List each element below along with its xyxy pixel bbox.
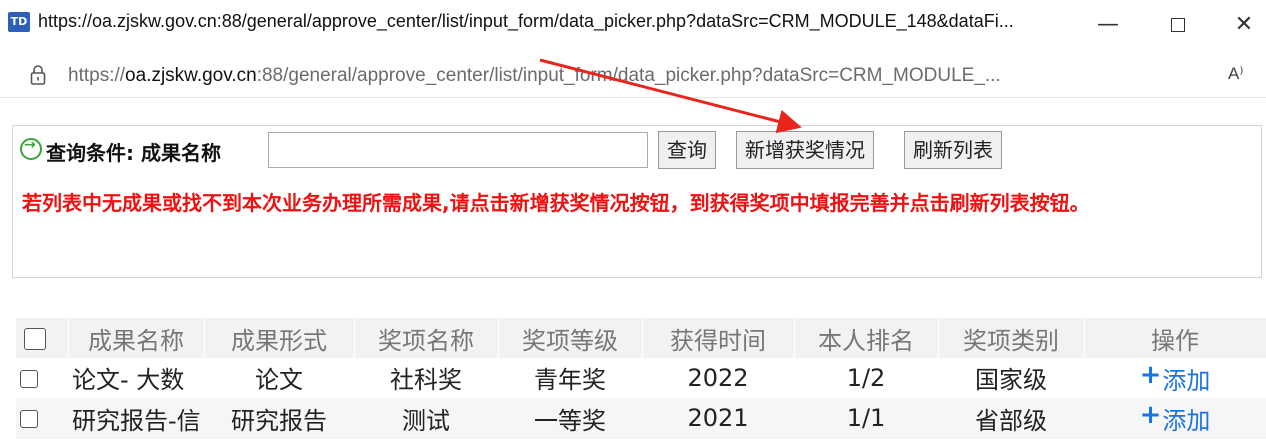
refresh-list-button[interactable]: 刷新列表 bbox=[904, 131, 1002, 169]
add-link-label: 添加 bbox=[1162, 407, 1211, 435]
close-button[interactable]: ✕ bbox=[1224, 10, 1264, 40]
table-cell: 省部级 bbox=[938, 398, 1084, 439]
table-cell: 研究报告 bbox=[204, 398, 354, 439]
action-cell: +添加 bbox=[1084, 398, 1266, 439]
column-header[interactable]: 获得时间 bbox=[642, 318, 795, 358]
table-cell: 测试 bbox=[354, 398, 498, 439]
table-cell: 社科奖 bbox=[354, 358, 498, 399]
plus-icon: + bbox=[1139, 359, 1162, 390]
column-header: 操作 bbox=[1084, 318, 1266, 358]
column-header[interactable]: 成果名称 bbox=[68, 318, 205, 358]
app-icon: TD bbox=[8, 12, 30, 32]
add-link-label: 添加 bbox=[1162, 366, 1211, 395]
column-header[interactable]: 本人排名 bbox=[794, 318, 939, 358]
go-arrow-icon bbox=[20, 137, 42, 160]
table-header-row: 成果名称 成果形式 奖项名称 奖项等级 获得时间 本人排名 奖项类别 操作 bbox=[16, 318, 1266, 358]
row-checkbox[interactable] bbox=[20, 369, 38, 388]
action-cell: +添加 bbox=[1084, 358, 1266, 399]
lock-icon[interactable] bbox=[30, 64, 46, 86]
row-checkbox[interactable] bbox=[20, 410, 38, 428]
read-aloud-icon[interactable]: A⁾ bbox=[1228, 64, 1244, 84]
query-label: 查询条件: 成果名称 bbox=[46, 141, 221, 165]
table-cell: 一等奖 bbox=[498, 398, 642, 439]
add-award-button[interactable]: 新增获奖情况 bbox=[736, 131, 874, 169]
achievement-name-input[interactable] bbox=[268, 132, 648, 168]
notice-text: 若列表中无成果或找不到本次业务办理所需成果,请点击新增获奖情况按钮，到获得奖项中… bbox=[22, 191, 1090, 215]
row-checkbox-cell[interactable] bbox=[16, 358, 68, 399]
add-link[interactable]: +添加 bbox=[1140, 360, 1211, 395]
table-cell: 青年奖 bbox=[498, 358, 642, 399]
table-row[interactable]: 研究报告-信 研究报告 测试 一等奖 2021 1/1 省部级 +添加 bbox=[16, 398, 1266, 439]
column-header[interactable]: 奖项类别 bbox=[938, 318, 1085, 358]
table-cell: 1/2 bbox=[794, 358, 938, 399]
maximize-icon bbox=[1171, 18, 1185, 32]
table-row[interactable]: 论文- 大数 论文 社科奖 青年奖 2022 1/2 国家级 +添加 bbox=[16, 358, 1266, 399]
table-cell: 2022 bbox=[642, 358, 794, 399]
table-cell: 2021 bbox=[642, 398, 794, 439]
window-title: https://oa.zjskw.gov.cn:88/general/appro… bbox=[38, 11, 1014, 31]
url-prefix: https:// bbox=[68, 65, 126, 86]
results-table: 成果名称 成果形式 奖项名称 奖项等级 获得时间 本人排名 奖项类别 操作 论文… bbox=[16, 318, 1266, 439]
column-header[interactable]: 奖项名称 bbox=[354, 318, 499, 358]
table-cell: 1/1 bbox=[794, 398, 938, 439]
row-checkbox-cell[interactable] bbox=[16, 398, 68, 439]
select-all-cell[interactable] bbox=[16, 318, 69, 358]
search-button[interactable]: 查询 bbox=[658, 131, 716, 169]
table-cell: 研究报告-信 bbox=[68, 398, 204, 439]
window-title-bar: TD https://oa.zjskw.gov.cn:88/general/ap… bbox=[0, 0, 1266, 54]
column-header[interactable]: 奖项等级 bbox=[498, 318, 643, 358]
select-all-checkbox[interactable] bbox=[24, 328, 46, 350]
url-domain: oa.zjskw.gov.cn bbox=[125, 65, 257, 86]
add-link[interactable]: +添加 bbox=[1140, 400, 1211, 435]
minimize-button[interactable]: — bbox=[1088, 10, 1128, 40]
url-text[interactable]: https://oa.zjskw.gov.cn:88/general/appro… bbox=[68, 65, 1001, 87]
plus-icon: + bbox=[1139, 400, 1162, 430]
url-path: :88/general/approve_center/list/input_fo… bbox=[256, 65, 1001, 86]
table-cell: 论文- 大数 bbox=[68, 358, 204, 399]
maximize-button[interactable] bbox=[1158, 10, 1198, 40]
column-header[interactable]: 成果形式 bbox=[204, 318, 355, 358]
address-bar: https://oa.zjskw.gov.cn:88/general/appro… bbox=[0, 54, 1266, 98]
table-cell: 论文 bbox=[204, 358, 354, 399]
table-cell: 国家级 bbox=[938, 358, 1084, 399]
